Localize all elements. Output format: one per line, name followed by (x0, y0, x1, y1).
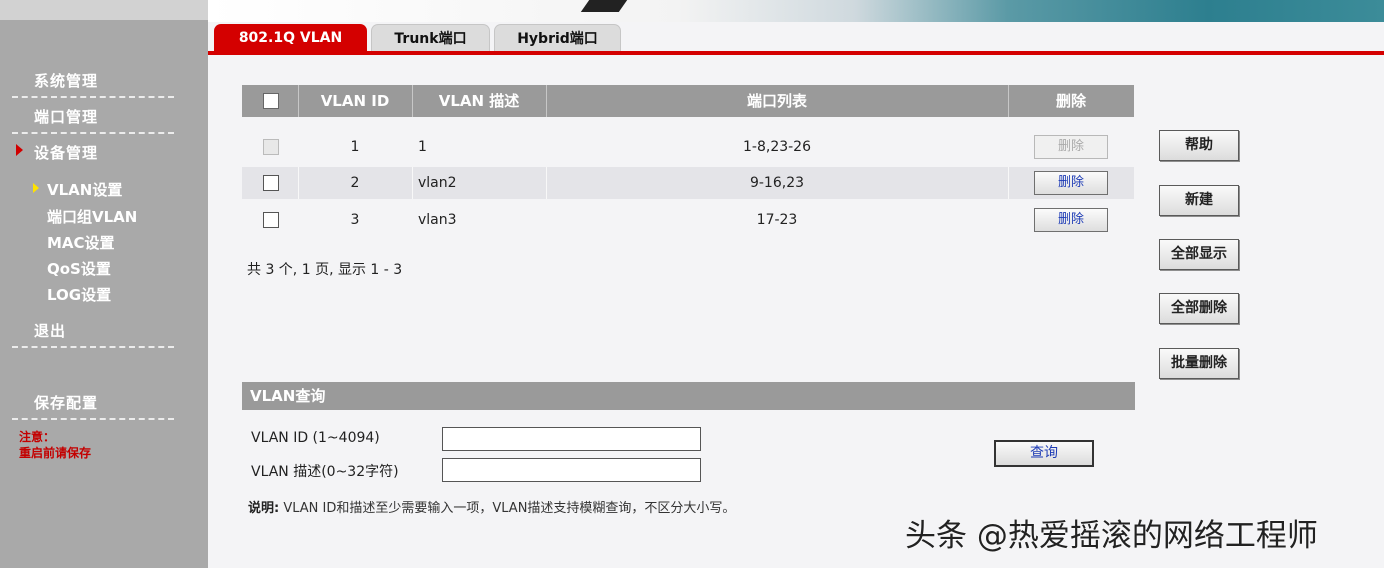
arrow-right-icon (16, 144, 23, 156)
show-all-button[interactable]: 全部显示 (1159, 239, 1239, 270)
save-warning-text: 重启前请保存 (19, 446, 92, 460)
pagination-summary: 共 3 个, 1 页, 显示 1 - 3 (247, 262, 403, 278)
tab-8021q-vlan[interactable]: 802.1Q VLAN (214, 24, 367, 52)
table-row: 3 vlan3 17-23 删除 (242, 204, 1134, 236)
sidebar-item-port[interactable]: 端口管理 (34, 106, 98, 127)
vlan-id-cell: 2 (350, 175, 360, 191)
tab-underline (208, 51, 1384, 55)
table-row: 2 vlan2 9-16,23 删除 (242, 167, 1134, 199)
port-list-cell: 1-8,23-26 (743, 139, 811, 155)
row-checkbox[interactable] (263, 175, 279, 191)
vlan-id-label: VLAN ID (1~4094) (251, 430, 380, 446)
vlan-desc-cell: vlan2 (418, 175, 457, 191)
vlan-desc-input[interactable] (442, 458, 701, 482)
sidebar-item-logout[interactable]: 退出 (34, 320, 66, 341)
save-warning-title: 注意： (19, 430, 56, 444)
port-list-cell: 17-23 (756, 212, 798, 228)
vlan-query-header: VLAN查询 (242, 382, 1135, 410)
sidebar-subitem-mac[interactable]: MAC设置 (47, 232, 115, 253)
vlan-table-header: VLAN ID VLAN 描述 端口列表 删除 (242, 85, 1134, 117)
sidebar-divider (12, 418, 174, 420)
sidebar-divider (12, 132, 174, 134)
vlan-desc-label: VLAN 描述(0~32字符) (251, 464, 399, 480)
sidebar-subitem-port-group-vlan[interactable]: 端口组VLAN (47, 206, 137, 227)
sidebar-subitem-qos[interactable]: QoS设置 (47, 258, 111, 279)
watermark-text: 头条 @热爱摇滚的网络工程师 (905, 518, 1318, 554)
sidebar-divider (12, 346, 174, 348)
vlan-id-input[interactable] (442, 427, 701, 451)
sidebar-item-save-config[interactable]: 保存配置 (34, 392, 98, 413)
batch-delete-button[interactable]: 批量删除 (1159, 348, 1239, 379)
sidebar-divider (12, 96, 174, 98)
column-header-vlan-id: VLAN ID (320, 92, 390, 110)
sidebar-subitem-vlan[interactable]: VLAN设置 (47, 179, 122, 200)
query-note: 说明: VLAN ID和描述至少需要输入一项，VLAN描述支持模糊查询，不区分大… (248, 497, 735, 516)
row-checkbox[interactable] (263, 212, 279, 228)
column-header-vlan-desc: VLAN 描述 (438, 92, 520, 110)
select-all-checkbox[interactable] (263, 93, 279, 109)
delete-button[interactable]: 删除 (1034, 208, 1108, 232)
vlan-id-cell: 3 (350, 212, 360, 228)
tab-hybrid-port[interactable]: Hybrid端口 (494, 24, 621, 52)
column-header-ports: 端口列表 (746, 92, 807, 110)
port-list-cell: 9-16,23 (749, 175, 805, 191)
query-note-text: VLAN ID和描述至少需要输入一项，VLAN描述支持模糊查询，不区分大小写。 (279, 501, 736, 516)
new-button[interactable]: 新建 (1159, 185, 1239, 216)
column-divider (1008, 167, 1009, 199)
column-header-delete: 删除 (1055, 92, 1086, 110)
header-banner (208, 0, 1384, 22)
delete-all-button[interactable]: 全部删除 (1159, 293, 1239, 324)
delete-button[interactable]: 删除 (1034, 171, 1108, 195)
tab-trunk-port[interactable]: Trunk端口 (371, 24, 490, 52)
sidebar-item-system[interactable]: 系统管理 (34, 70, 98, 91)
vlan-id-cell: 1 (350, 139, 360, 155)
sidebar-top-strip (0, 0, 208, 20)
sidebar-subitem-log[interactable]: LOG设置 (47, 284, 111, 305)
vlan-desc-cell: vlan3 (418, 212, 457, 228)
table-row: 1 1 1-8,23-26 删除 (242, 131, 1134, 163)
query-button[interactable]: 查询 (994, 440, 1094, 467)
help-button[interactable]: 帮助 (1159, 130, 1239, 161)
row-checkbox (263, 139, 279, 155)
arrow-right-icon (33, 183, 39, 193)
sidebar: 系统管理 端口管理 设备管理 VLAN设置 端口组VLAN MAC设置 QoS设… (0, 0, 208, 568)
delete-button: 删除 (1034, 135, 1108, 159)
query-note-label: 说明: (248, 501, 280, 516)
vlan-desc-cell: 1 (418, 139, 427, 155)
column-divider (412, 167, 413, 199)
sidebar-item-device[interactable]: 设备管理 (34, 142, 98, 163)
